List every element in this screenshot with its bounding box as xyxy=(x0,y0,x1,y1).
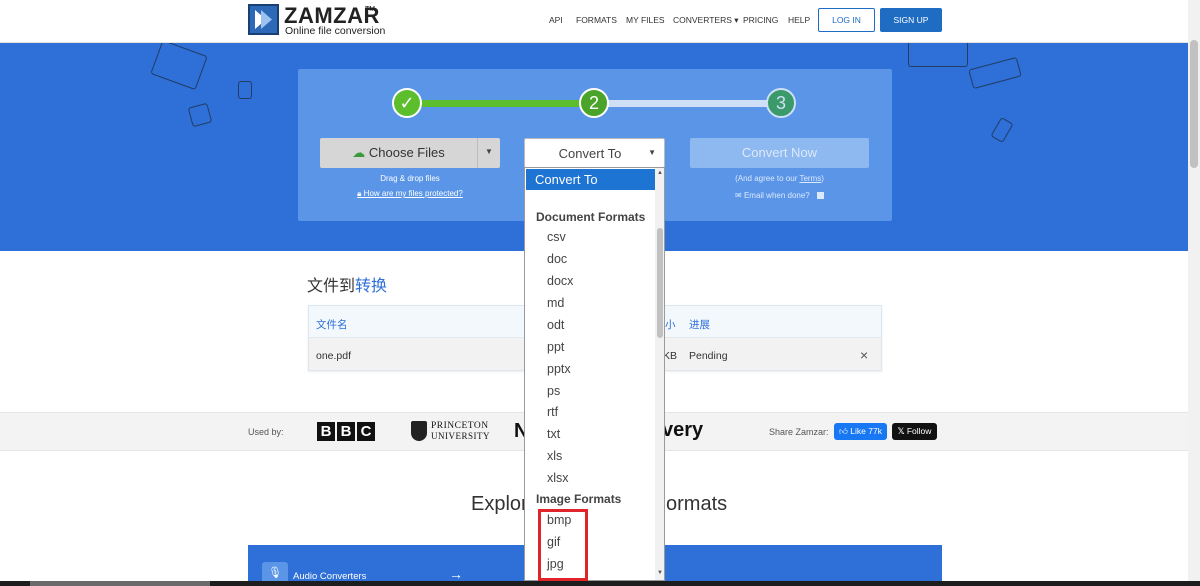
scroll-down-arrow-icon[interactable]: ▼ xyxy=(657,570,663,576)
step-3-indicator: 3 xyxy=(766,88,796,118)
format-option-ppt[interactable]: ppt xyxy=(547,340,564,354)
files-title-part1: 文件到 xyxy=(307,278,356,295)
envelope-icon: ✉ xyxy=(735,191,742,200)
column-size: 小 xyxy=(665,319,676,331)
lock-icon: 🔒︎ xyxy=(357,189,362,198)
nav-help[interactable]: HELP xyxy=(788,15,810,25)
nav-converters[interactable]: CONVERTERS ▾ xyxy=(673,15,739,26)
brand-tagline: Online file conversion xyxy=(285,25,386,37)
format-option-xls[interactable]: xls xyxy=(547,449,562,463)
bbc-letter: B xyxy=(337,422,355,441)
step-1-checkmark-icon: ✓ xyxy=(392,88,422,118)
format-option-doc[interactable]: doc xyxy=(547,252,567,266)
format-option-pptx[interactable]: pptx xyxy=(547,362,571,376)
document-formats-heading: Document Formats xyxy=(536,210,646,224)
wrench-doodle-icon xyxy=(990,116,1014,144)
convert-to-label: Convert To xyxy=(558,146,622,161)
step-track-pending xyxy=(605,100,775,107)
share-label: Share Zamzar: xyxy=(769,427,829,437)
cad-file-doodle-icon xyxy=(150,43,208,91)
email-when-done: ✉ Email when done? xyxy=(690,191,869,200)
top-navbar: ZAMZAR TM Online file conversion API FOR… xyxy=(0,0,1188,43)
format-option-odt[interactable]: odt xyxy=(547,318,564,332)
terms-agreement: (And agree to our Terms) xyxy=(690,174,869,183)
like-count-label: Like 77k xyxy=(850,426,882,436)
file-name-cell: one.pdf xyxy=(316,350,352,362)
convert-to-select[interactable]: Convert To ▼ xyxy=(524,138,665,168)
signup-button[interactable]: SIGN UP xyxy=(880,8,942,32)
image-formats-highlight-box xyxy=(538,509,588,581)
files-protected-link-text: How are my files protected? xyxy=(363,189,463,198)
nav-pricing[interactable]: PRICING xyxy=(743,15,778,25)
upload-cloud-icon: ☁ xyxy=(352,145,366,160)
used-by-label: Used by: xyxy=(248,427,284,437)
choose-files-button[interactable]: ☁ Choose Files ▼ xyxy=(320,138,500,168)
bbc-logo: BBC xyxy=(317,422,379,442)
princeton-logo-line2: UNIVERSITY xyxy=(431,431,490,441)
email-when-done-label: Email when done? xyxy=(743,191,810,200)
convert-to-caret-icon: ▼ xyxy=(648,148,656,157)
image-formats-heading: Image Formats xyxy=(536,492,622,506)
file-status-cell: Pending xyxy=(689,350,728,362)
choose-files-label: Choose Files xyxy=(368,145,445,160)
dropdown-scrollbar[interactable]: ▲ ▼ xyxy=(655,168,664,580)
princeton-logo-line1: PRINCETON xyxy=(431,421,489,431)
terms-link[interactable]: Terms xyxy=(799,174,821,183)
trademark-mark: TM xyxy=(365,6,376,13)
choose-files-caret-icon[interactable]: ▼ xyxy=(478,138,500,168)
explore-heading-left: Explor xyxy=(471,493,528,515)
dropdown-scrollbar-thumb[interactable] xyxy=(657,228,663,338)
thumbs-up-icon: 👍︎ xyxy=(839,426,848,436)
format-option-ps[interactable]: ps xyxy=(547,384,560,398)
x-follow-button[interactable]: 𝕏 Follow xyxy=(892,423,937,440)
facebook-like-button[interactable]: 👍︎ Like 77k xyxy=(834,423,887,440)
column-file-name: 文件名 xyxy=(316,319,348,331)
choose-files-main[interactable]: ☁ Choose Files xyxy=(320,138,477,168)
files-section-title: 文件到转换 xyxy=(307,272,387,296)
nav-api[interactable]: API xyxy=(549,15,563,25)
format-option-csv[interactable]: csv xyxy=(547,230,566,244)
drag-drop-hint: Drag & drop files xyxy=(380,174,440,183)
dropdown-option-convert-to[interactable]: Convert To xyxy=(526,169,655,190)
ruler-doodle-icon xyxy=(968,56,1022,90)
files-title-part2: 转换 xyxy=(355,278,388,295)
explore-heading-right: ormats xyxy=(666,493,728,515)
zamzar-logo-icon[interactable] xyxy=(248,4,279,35)
column-progress: 进展 xyxy=(689,319,710,331)
image-doodle-icon xyxy=(187,102,213,128)
terms-suffix: ) xyxy=(821,174,824,183)
format-option-xlsx[interactable]: xlsx xyxy=(547,471,569,485)
arrow-right-icon[interactable]: → xyxy=(449,566,463,582)
page-scrollbar[interactable] xyxy=(1188,0,1200,581)
remove-file-icon[interactable]: × xyxy=(860,347,868,363)
convert-now-button[interactable]: Convert Now xyxy=(690,138,869,168)
login-button[interactable]: LOG IN xyxy=(818,8,875,32)
page-scrollbar-thumb[interactable] xyxy=(1190,40,1198,168)
princeton-shield-icon xyxy=(411,421,427,441)
laptop-doodle-icon xyxy=(908,43,968,67)
nav-my-files[interactable]: MY FILES xyxy=(626,15,665,25)
format-option-md[interactable]: md xyxy=(547,296,564,310)
terms-prefix: (And agree to our xyxy=(735,174,800,183)
files-protected-link[interactable]: 🔒︎ How are my files protected? xyxy=(320,189,500,199)
follow-label: Follow xyxy=(906,426,932,436)
bbc-letter: C xyxy=(357,422,375,441)
zamzar-page: ZAMZAR TM Online file conversion API FOR… xyxy=(0,0,1200,586)
partial-customer-logo-right: very xyxy=(662,419,704,441)
scroll-up-arrow-icon[interactable]: ▲ xyxy=(657,170,663,176)
format-option-txt[interactable]: txt xyxy=(547,427,560,441)
file-doodle-icon xyxy=(238,81,252,99)
file-size-cell: KB xyxy=(663,350,678,362)
format-option-docx[interactable]: docx xyxy=(547,274,573,288)
x-logo-icon: 𝕏 xyxy=(897,426,905,436)
taskbar-app-strip xyxy=(30,581,210,586)
bbc-letter: B xyxy=(317,422,335,441)
step-2-indicator: 2 xyxy=(579,88,609,118)
step-track-done xyxy=(420,100,590,107)
email-when-done-checkbox[interactable] xyxy=(817,192,824,200)
nav-formats[interactable]: FORMATS xyxy=(576,15,617,25)
format-option-rtf[interactable]: rtf xyxy=(547,405,558,419)
